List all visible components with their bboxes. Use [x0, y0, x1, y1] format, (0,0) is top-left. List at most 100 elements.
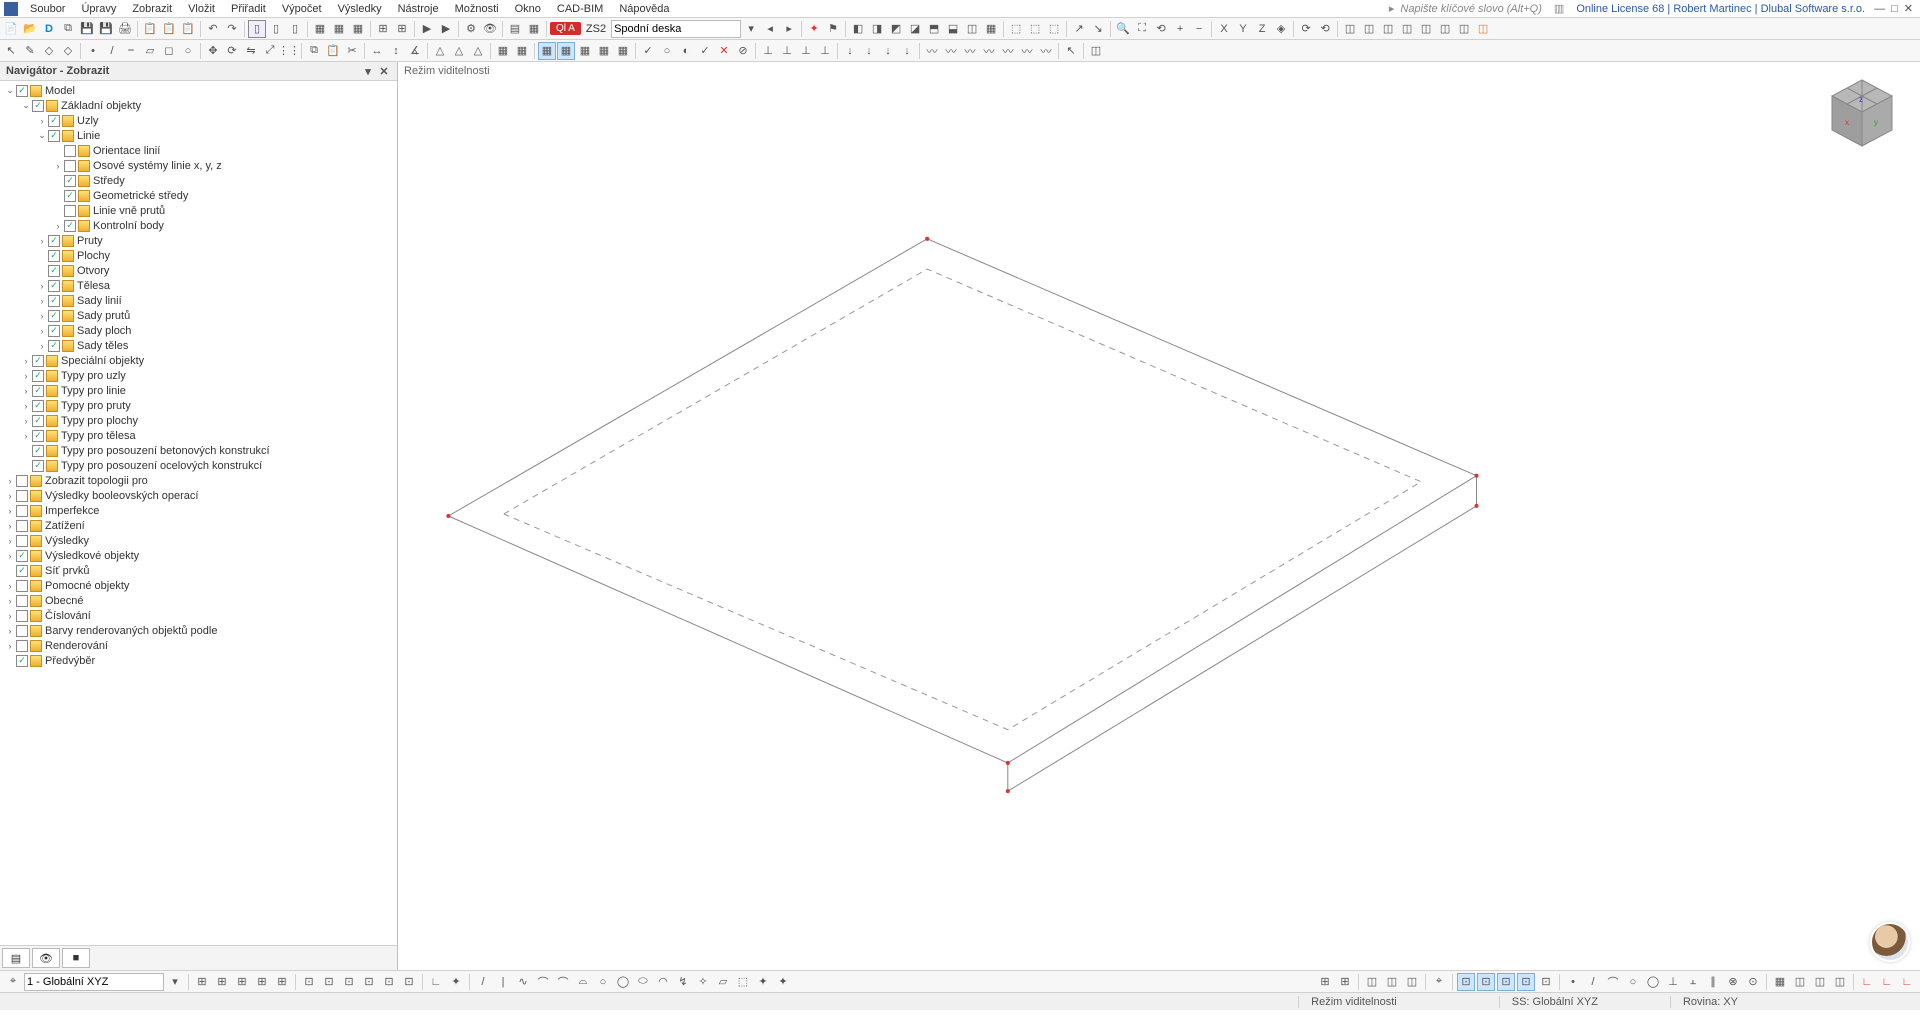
- expand-closed-icon[interactable]: ›: [20, 386, 32, 396]
- snap4-icon[interactable]: ⊞: [253, 973, 271, 991]
- r-guide3-icon[interactable]: ∟: [1898, 973, 1916, 991]
- sel1-icon[interactable]: ⬚: [1007, 20, 1025, 38]
- rot2-icon[interactable]: ⟲: [1316, 20, 1334, 38]
- node-icon[interactable]: •: [84, 42, 102, 60]
- expand-closed-icon[interactable]: ›: [36, 326, 48, 336]
- vis1-icon[interactable]: ▦: [538, 42, 556, 60]
- expand-closed-icon[interactable]: ›: [20, 431, 32, 441]
- r-obj8-icon[interactable]: ∥: [1704, 973, 1722, 991]
- calc-icon[interactable]: ▶: [418, 20, 436, 38]
- ortho-icon[interactable]: ∟: [427, 973, 445, 991]
- plugin-d-icon[interactable]: D: [40, 20, 58, 38]
- ext7-icon[interactable]: ◫: [963, 20, 981, 38]
- arrow2-icon[interactable]: ↘: [1089, 20, 1107, 38]
- tree-item[interactable]: ›Kontrolní body: [0, 218, 397, 233]
- lc-next-icon[interactable]: ▸: [780, 20, 798, 38]
- r-vis1-icon[interactable]: ◫: [1363, 973, 1381, 991]
- report2-icon[interactable]: 📋: [160, 20, 178, 38]
- render6-icon[interactable]: ◫: [1436, 20, 1454, 38]
- tree-checkbox[interactable]: [48, 325, 60, 337]
- expand-closed-icon[interactable]: ›: [4, 491, 16, 501]
- panel2-icon[interactable]: ▯: [267, 20, 285, 38]
- tree-checkbox[interactable]: [32, 415, 44, 427]
- close-icon[interactable]: ✕: [1901, 2, 1916, 15]
- r-axis-icon[interactable]: ⌖: [1430, 973, 1448, 991]
- expand-closed-icon[interactable]: ›: [4, 581, 16, 591]
- tree-item[interactable]: ›Typy pro linie: [0, 383, 397, 398]
- tree-checkbox[interactable]: [16, 520, 28, 532]
- expand-closed-icon[interactable]: ›: [36, 341, 48, 351]
- zoom-window-icon[interactable]: 🔍: [1114, 20, 1132, 38]
- ext3-icon[interactable]: ◩: [887, 20, 905, 38]
- tbM-icon[interactable]: ▦: [494, 42, 512, 60]
- axis1-icon[interactable]: ⊞: [374, 20, 392, 38]
- render4-icon[interactable]: ◫: [1398, 20, 1416, 38]
- tree-item[interactable]: ›Zatížení: [0, 518, 397, 533]
- tree-checkbox[interactable]: [32, 370, 44, 382]
- tree-checkbox[interactable]: [16, 475, 28, 487]
- sup3-icon[interactable]: ⊥: [797, 42, 815, 60]
- osnap16-icon[interactable]: ✦: [774, 973, 792, 991]
- cut-icon[interactable]: ✂: [343, 42, 361, 60]
- arrow1-icon[interactable]: ↗: [1070, 20, 1088, 38]
- sel3-icon[interactable]: ⬚: [1045, 20, 1063, 38]
- chk3-icon[interactable]: ◐: [677, 42, 695, 60]
- snap5-icon[interactable]: ⊞: [273, 973, 291, 991]
- chk1-icon[interactable]: ✓: [639, 42, 657, 60]
- expand-closed-icon[interactable]: ›: [4, 611, 16, 621]
- r-obj10-icon[interactable]: ⊙: [1744, 973, 1762, 991]
- res6-icon[interactable]: 〰: [1018, 42, 1036, 60]
- expand-closed-icon[interactable]: ›: [36, 311, 48, 321]
- render1-icon[interactable]: ◫: [1341, 20, 1359, 38]
- menu-nastroje[interactable]: Nástroje: [390, 1, 447, 17]
- vis5-icon[interactable]: ▦: [614, 42, 632, 60]
- save-all-icon[interactable]: 💾: [97, 20, 115, 38]
- osnap11-icon[interactable]: ↯: [674, 973, 692, 991]
- nav-tab-views[interactable]: ■: [62, 948, 90, 968]
- viewport[interactable]: Režim viditelnosti x: [398, 62, 1920, 970]
- tree-item[interactable]: ›Výsledkové objekty: [0, 548, 397, 563]
- r-grid1-icon[interactable]: ⊞: [1316, 973, 1334, 991]
- tree-checkbox[interactable]: [32, 385, 44, 397]
- osnap8-icon[interactable]: ◯: [614, 973, 632, 991]
- tree-item[interactable]: Středy: [0, 173, 397, 188]
- support3-icon[interactable]: △: [469, 42, 487, 60]
- lc-dropdown-icon[interactable]: ▾: [742, 20, 760, 38]
- cursor2-icon[interactable]: ↖: [1062, 42, 1080, 60]
- paste2-icon[interactable]: 📋: [324, 42, 342, 60]
- sup4-icon[interactable]: ⊥: [816, 42, 834, 60]
- support2-icon[interactable]: △: [450, 42, 468, 60]
- expand-closed-icon[interactable]: ›: [4, 596, 16, 606]
- menu-vysledky[interactable]: Výsledky: [330, 1, 390, 17]
- tree-item[interactable]: Typy pro posouzení ocelových konstrukcí: [0, 458, 397, 473]
- r-vis2-icon[interactable]: ◫: [1383, 973, 1401, 991]
- load3-icon[interactable]: ↓: [879, 42, 897, 60]
- osnap13-icon[interactable]: ▱: [714, 973, 732, 991]
- viewiso-icon[interactable]: ◈: [1272, 20, 1290, 38]
- expand-open-icon[interactable]: ⌄: [4, 85, 16, 96]
- render2-icon[interactable]: ◫: [1360, 20, 1378, 38]
- report-icon[interactable]: 📋: [141, 20, 159, 38]
- member-icon[interactable]: ⎯: [122, 42, 140, 60]
- expand-closed-icon[interactable]: ›: [36, 116, 48, 126]
- dim2-icon[interactable]: ↕: [387, 42, 405, 60]
- tree-item[interactable]: ›Výsledky: [0, 533, 397, 548]
- sup2-icon[interactable]: ⊥: [778, 42, 796, 60]
- sup1-icon[interactable]: ⊥: [759, 42, 777, 60]
- r-guide2-icon[interactable]: ∟: [1878, 973, 1896, 991]
- tree-checkbox[interactable]: [48, 250, 60, 262]
- tree-item[interactable]: ›Uzly: [0, 113, 397, 128]
- menu-upravy[interactable]: Úpravy: [73, 1, 124, 17]
- tree-item[interactable]: ›Sady těles: [0, 338, 397, 353]
- r-obj5-icon[interactable]: ◯: [1644, 973, 1662, 991]
- dim3-icon[interactable]: ∡: [406, 42, 424, 60]
- menu-cadbim[interactable]: CAD-BIM: [549, 1, 611, 17]
- osnap3-icon[interactable]: ∿: [514, 973, 532, 991]
- undo-icon[interactable]: ↶: [204, 20, 222, 38]
- tree-checkbox[interactable]: [64, 175, 76, 187]
- zoom-in-icon[interactable]: +: [1171, 20, 1189, 38]
- res7-icon[interactable]: 〰: [1037, 42, 1055, 60]
- render5-icon[interactable]: ◫: [1417, 20, 1435, 38]
- expand-closed-icon[interactable]: ›: [20, 401, 32, 411]
- tree-checkbox[interactable]: [16, 595, 28, 607]
